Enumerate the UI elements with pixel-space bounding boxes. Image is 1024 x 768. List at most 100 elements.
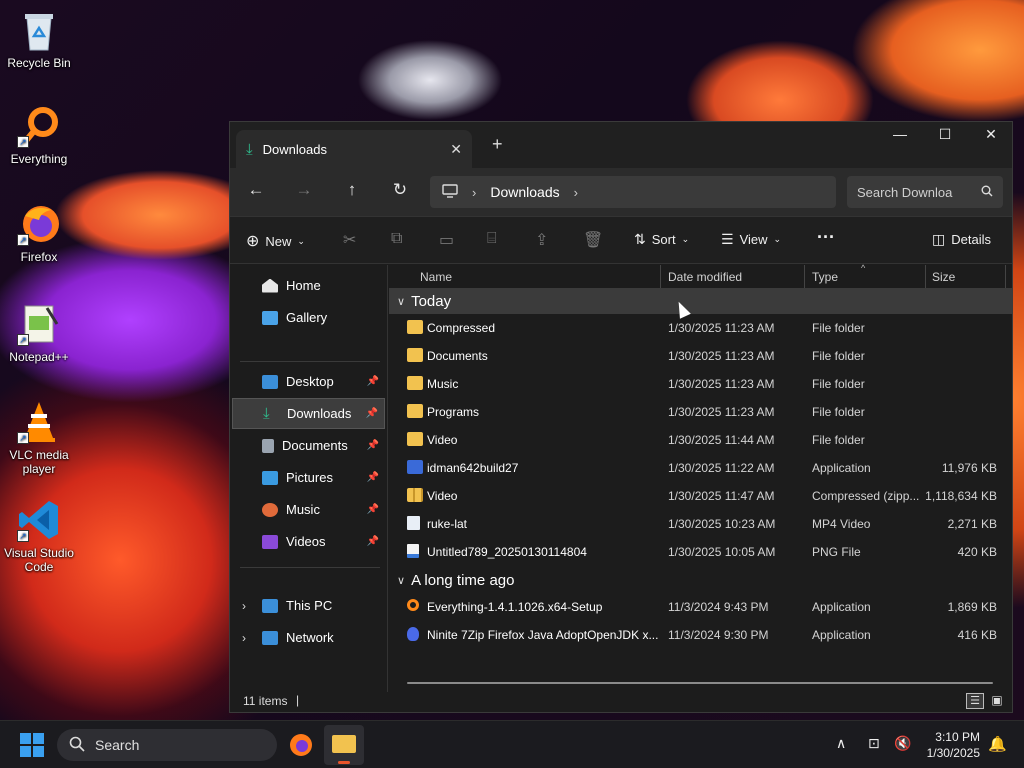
delete-icon[interactable]: 🗑 xyxy=(583,230,603,250)
column-header-name[interactable]: Name xyxy=(420,270,452,284)
sidebar-item-this-pc[interactable]: › This PC xyxy=(232,590,385,621)
folder-icon xyxy=(332,735,356,753)
download-icon: ⤓ xyxy=(246,140,253,158)
chevron-right-icon[interactable]: › xyxy=(242,631,246,645)
close-tab-icon[interactable]: ✕ xyxy=(450,141,462,158)
sidebar-item-home[interactable]: Home xyxy=(232,270,385,301)
file-date: 1/30/2025 11:47 AM xyxy=(668,489,775,503)
sidebar-item-documents[interactable]: Documents 📌 xyxy=(232,430,385,461)
rename-icon[interactable]: ⌸ xyxy=(487,230,497,248)
minimize-button[interactable]: — xyxy=(877,126,923,142)
file-row[interactable]: Untitled789_20250130114804 1/30/2025 10:… xyxy=(389,538,1013,566)
sidebar-item-desktop[interactable]: Desktop 📌 xyxy=(232,366,385,397)
file-row[interactable]: Video 1/30/2025 11:47 AM Compressed (zip… xyxy=(389,482,1013,510)
sidebar-item-videos[interactable]: Videos 📌 xyxy=(232,526,385,557)
file-name: idman642build27 xyxy=(427,461,519,475)
sidebar-item-music[interactable]: Music 📌 xyxy=(232,494,385,525)
group-label: A long time ago xyxy=(411,571,515,589)
file-row[interactable]: ruke-lat 1/30/2025 10:23 AM MP4 Video 2,… xyxy=(389,510,1013,538)
horizontal-scrollbar[interactable] xyxy=(407,682,993,684)
column-header-type[interactable]: Type xyxy=(812,270,838,284)
column-header-size[interactable]: Size xyxy=(932,270,955,284)
file-row[interactable]: Documents 1/30/2025 11:23 AM File folder xyxy=(389,342,1013,370)
file-row[interactable]: Music 1/30/2025 11:23 AM File folder xyxy=(389,370,1013,398)
file-row[interactable]: Everything-1.4.1.1026.x64-Setup 11/3/202… xyxy=(389,593,1013,621)
tiles-view-icon[interactable]: ▣ xyxy=(988,693,1006,709)
sort-button[interactable]: ⇅ Sort ⌄ xyxy=(634,231,689,248)
forward-arrow-icon[interactable]: → xyxy=(292,180,316,200)
file-row[interactable]: Compressed 1/30/2025 11:23 AM File folde… xyxy=(389,314,1013,342)
details-pane-button[interactable]: ◫ Details xyxy=(932,231,991,248)
paste-icon[interactable]: ▭ xyxy=(439,230,454,250)
desktop-icon-label: Visual Studio Code xyxy=(4,546,74,574)
desktop-icon-everything[interactable]: ↗ Everything xyxy=(1,104,77,166)
desktop-icon-label: Notepad++ xyxy=(9,350,69,364)
file-type: Application xyxy=(812,628,871,642)
maximize-button[interactable]: ☐ xyxy=(922,126,968,143)
file-explorer-taskbar-button[interactable] xyxy=(324,725,364,765)
taskbar: Search ∧ ⊡ 🔇 3:10 PM 1/30/2025 🔔 xyxy=(0,720,1024,768)
pin-icon[interactable]: 📌 xyxy=(367,472,379,483)
chevron-right-icon[interactable]: › xyxy=(574,185,578,200)
file-row[interactable]: Video 1/30/2025 11:44 AM File folder xyxy=(389,426,1013,454)
file-list: Name Date modified Type ^ Size ∨ Today C… xyxy=(389,263,1013,692)
tab-title: Downloads xyxy=(262,141,327,157)
sidebar-item-pictures[interactable]: Pictures 📌 xyxy=(232,462,385,493)
pin-icon[interactable]: 📌 xyxy=(366,408,378,419)
close-window-button[interactable]: ✕ xyxy=(968,126,1014,143)
folder-icon xyxy=(407,348,423,362)
notification-bell-icon[interactable]: 🔔 xyxy=(988,735,1007,753)
gallery-icon xyxy=(262,310,278,325)
share-icon[interactable]: ⇪ xyxy=(535,230,548,250)
desktop-icon-vlc[interactable]: ↗ VLC media player xyxy=(1,400,77,476)
sidebar-item-label: Pictures xyxy=(286,470,333,485)
desktop-icon-notepadpp[interactable]: ↗ Notepad++ xyxy=(1,302,77,364)
pin-icon[interactable]: 📌 xyxy=(367,440,379,451)
group-header-long-ago[interactable]: ∨ A long time ago xyxy=(389,567,1013,593)
file-row[interactable]: Ninite 7Zip Firefox Java AdoptOpenJDK x.… xyxy=(389,621,1013,649)
search-input[interactable]: Search Downloa xyxy=(847,176,1003,208)
pin-icon[interactable]: 📌 xyxy=(367,504,379,515)
up-arrow-icon[interactable]: ↑ xyxy=(340,180,364,200)
address-input[interactable]: › Downloads › xyxy=(430,176,836,208)
pin-icon[interactable]: 📌 xyxy=(367,536,379,547)
file-name: Video xyxy=(427,433,458,447)
column-divider[interactable] xyxy=(804,265,805,289)
back-arrow-icon[interactable]: ← xyxy=(244,180,268,200)
column-divider[interactable] xyxy=(1005,265,1006,289)
column-header-date[interactable]: Date modified xyxy=(668,270,742,284)
breadcrumb-downloads[interactable]: Downloads xyxy=(490,184,559,200)
file-row[interactable]: Programs 1/30/2025 11:23 AM File folder xyxy=(389,398,1013,426)
desktop-icon-firefox[interactable]: ↗ Firefox xyxy=(1,202,77,264)
file-row[interactable]: idman642build27 1/30/2025 11:22 AM Appli… xyxy=(389,454,1013,482)
network-status-icon[interactable]: ⊡ xyxy=(868,735,880,752)
cut-icon[interactable]: ✂ xyxy=(343,230,356,250)
details-view-icon[interactable]: ☰ xyxy=(966,693,984,709)
clock[interactable]: 3:10 PM 1/30/2025 xyxy=(927,729,980,761)
new-button[interactable]: ⊕ New ⌄ xyxy=(246,231,305,251)
sidebar-item-gallery[interactable]: Gallery xyxy=(232,302,385,333)
sidebar-item-network[interactable]: › Network xyxy=(232,622,385,653)
firefox-icon[interactable] xyxy=(288,732,314,761)
sidebar-item-downloads[interactable]: ⤓ Downloads 📌 xyxy=(232,398,385,429)
view-button[interactable]: ☰ View ⌄ xyxy=(721,231,781,248)
tab-downloads[interactable]: ⤓ Downloads ✕ xyxy=(236,130,472,168)
copy-icon[interactable]: ⧉ xyxy=(391,230,402,248)
chevron-right-icon[interactable]: › xyxy=(242,599,246,613)
group-header-today[interactable]: ∨ Today xyxy=(389,288,1013,314)
status-separator: | xyxy=(296,693,300,707)
column-divider[interactable] xyxy=(925,265,926,289)
volume-muted-icon[interactable]: 🔇 xyxy=(894,735,911,752)
refresh-icon[interactable]: ↻ xyxy=(388,180,412,200)
desktop-icon-recycle-bin[interactable]: Recycle Bin xyxy=(1,8,77,70)
pin-icon[interactable]: 📌 xyxy=(367,376,379,387)
desktop-icon-vscode[interactable]: ↗ Visual Studio Code xyxy=(1,498,77,574)
more-options-button[interactable]: ··· xyxy=(817,227,835,248)
group-label: Today xyxy=(411,292,452,310)
vlc-icon: ↗ xyxy=(17,400,61,444)
windows-start-icon[interactable] xyxy=(20,733,44,760)
new-tab-button[interactable]: + xyxy=(492,134,503,155)
column-divider[interactable] xyxy=(660,265,661,289)
chevron-up-icon[interactable]: ∧ xyxy=(836,735,846,752)
taskbar-search-box[interactable]: Search xyxy=(57,729,277,761)
